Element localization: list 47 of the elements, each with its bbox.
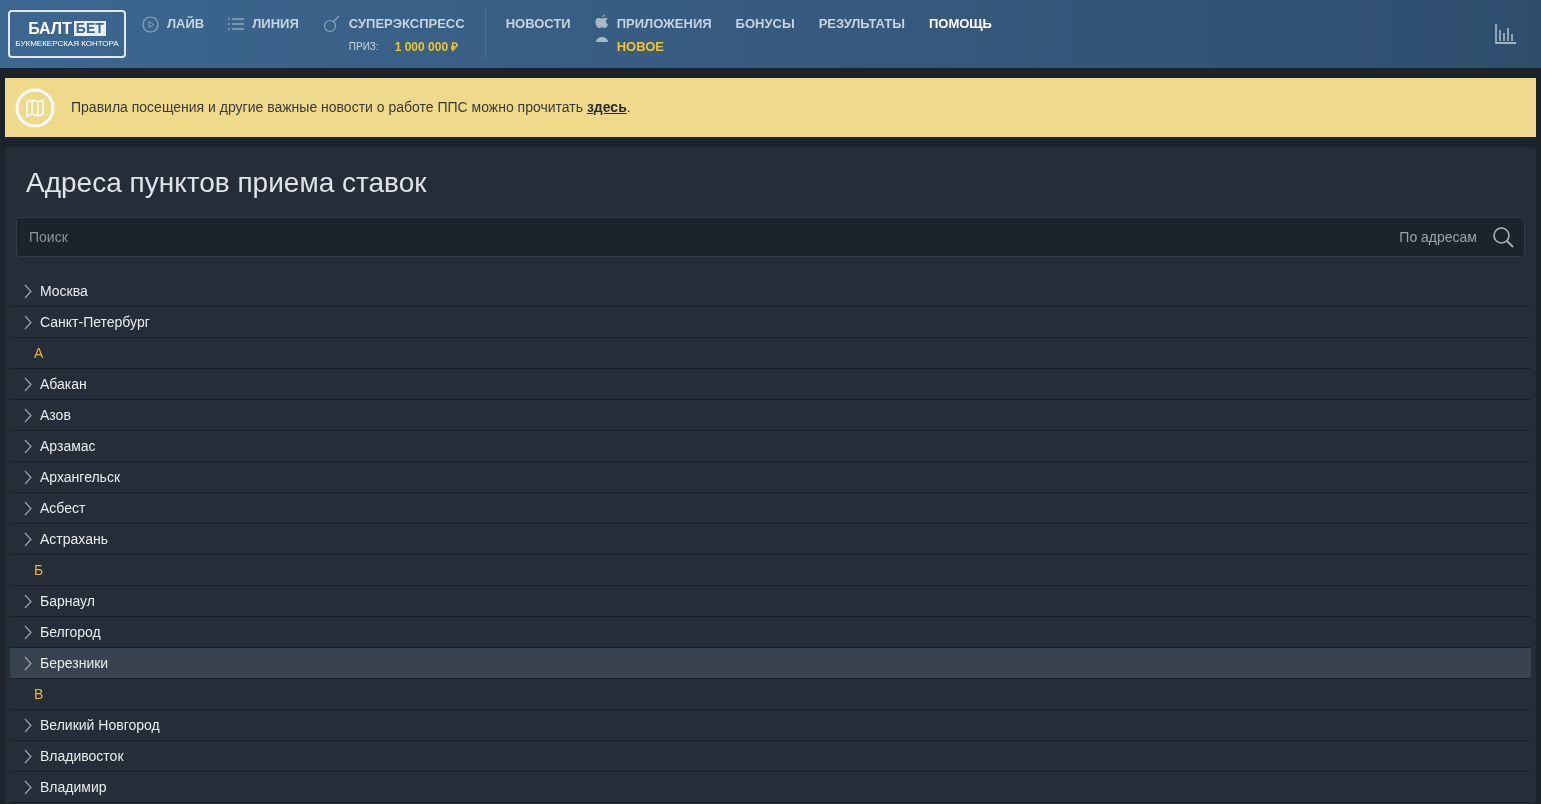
nav-link[interactable]: РЕЗУЛЬТАТЫ [818,13,905,33]
letter-heading: В [33,684,44,704]
letter-heading: А [33,343,44,363]
nav-link[interactable]: ЛИНИЯ [252,14,299,34]
city-name: Абакан [40,374,87,394]
prize-value: 1 000 000 ₽ [394,38,459,56]
city-name: Архангельск [40,467,121,487]
city-row[interactable]: Березники [10,648,1531,679]
city-row[interactable]: Арзамас [10,431,1531,462]
city-name: Азов [40,405,71,425]
city-name: Владивосток [40,746,124,766]
prize-label: ПРИЗ: [348,40,379,55]
nav-link[interactable]: ЛАЙВ [167,14,205,34]
city-row[interactable]: Абакан [10,369,1531,400]
city-name: Белгород [40,622,101,642]
city-name: Барнаул [40,591,95,611]
nav-link[interactable]: ПОМОЩЬ [928,13,992,33]
logo[interactable]: БАЛТ БЕТ БУКМЕКЕРСКАЯ КОНТОРА [8,10,126,58]
city-name: Москва [40,281,88,301]
new-label: НОВОЕ [616,38,665,56]
city-row[interactable]: Владивосток [10,741,1531,772]
city-name: Асбест [40,498,86,518]
city-row[interactable]: Владимир [10,772,1531,803]
city-row[interactable]: Санкт-Петербург [10,307,1531,338]
nav-link[interactable]: ПРИЛОЖЕНИЯ [616,13,712,33]
search-scope[interactable]: По адресам [1399,226,1477,248]
city-name: Великий Новгород [40,715,160,735]
notice-text: Правила посещения и другие важные новости о работе ППС можно прочитать здесь. [71,98,631,117]
city-name: Березники [40,653,109,673]
nav-link[interactable]: БОНУСЫ [735,13,795,33]
search-field[interactable]: Поиск По адресам [16,217,1525,257]
city-name: Владимир [40,777,107,797]
city-row[interactable]: Асбест [10,493,1531,524]
page-title: Адреса пунктов приема ставок [26,166,428,200]
city-row[interactable]: Архангельск [10,462,1531,493]
city-row[interactable]: Москва [10,276,1531,307]
letter-heading: Б [33,560,44,580]
city-name: Астрахань [40,529,108,549]
city-row[interactable]: Астрахань [10,524,1531,555]
notice-link[interactable]: здесь [586,99,627,115]
city-row[interactable]: Барнаул [10,586,1531,617]
city-row[interactable]: Великий Новгород [10,710,1531,741]
nav-link[interactable]: СУПЕРЭКСПРЕСС [348,14,465,34]
city-name: Санкт-Петербург [40,312,150,332]
nav-link[interactable]: НОВОСТИ [505,13,571,33]
city-name: Арзамас [40,436,96,456]
city-row[interactable]: Азов [10,400,1531,431]
